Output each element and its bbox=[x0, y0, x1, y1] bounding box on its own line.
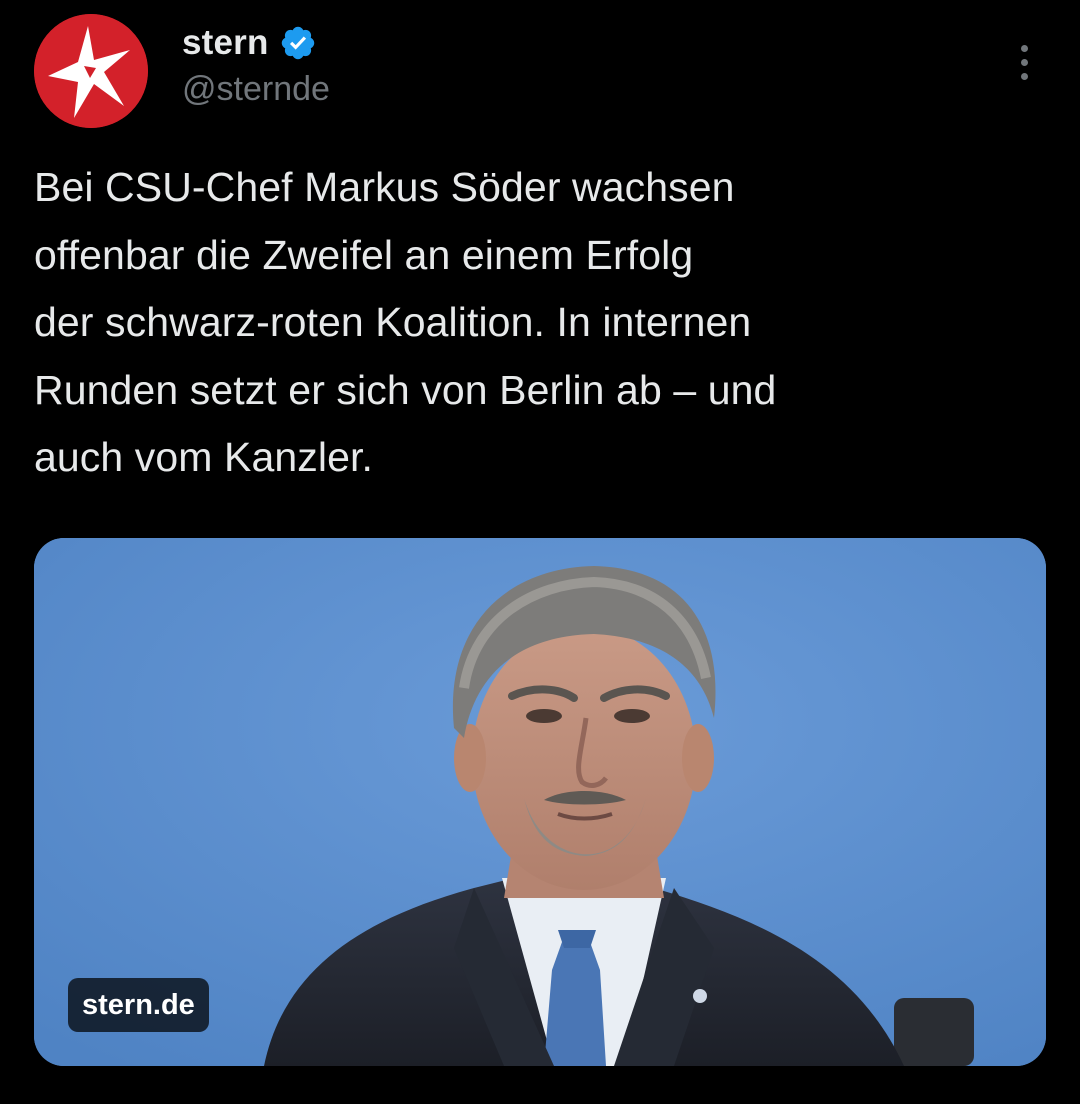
source-domain-label[interactable]: stern.de bbox=[68, 978, 209, 1032]
tweet-text: Bei CSU-Chef Markus Söder wachsen offenb… bbox=[34, 164, 777, 480]
more-options-button[interactable] bbox=[1004, 38, 1044, 86]
more-vertical-icon-dot bbox=[1020, 72, 1028, 80]
more-vertical-icon-dot bbox=[1020, 58, 1028, 66]
account-avatar[interactable] bbox=[34, 14, 148, 128]
account-handle[interactable]: @sternde bbox=[182, 70, 330, 109]
display-name[interactable]: stern bbox=[182, 23, 269, 63]
stern-logo-icon bbox=[34, 14, 148, 128]
more-vertical-icon bbox=[1020, 44, 1028, 52]
account-name-row[interactable]: stern bbox=[182, 18, 317, 68]
verified-badge-icon bbox=[279, 24, 317, 62]
